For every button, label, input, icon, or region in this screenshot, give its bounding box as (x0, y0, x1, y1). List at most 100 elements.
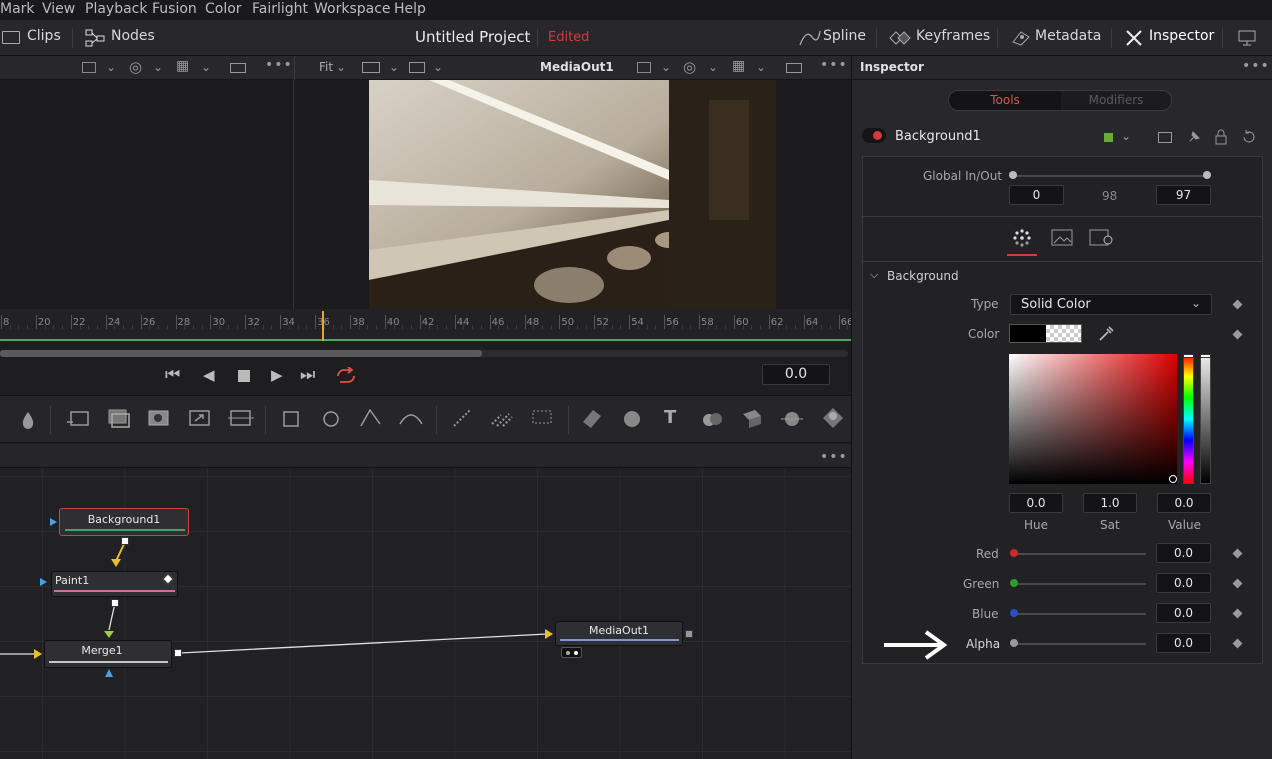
renderer-3d-icon[interactable] (819, 404, 847, 432)
node-merge1[interactable]: Merge1 (44, 640, 172, 668)
alpha-channel-slider[interactable] (1014, 643, 1146, 645)
global-out-knob[interactable] (1203, 171, 1211, 179)
tool-enable-toggle[interactable] (862, 128, 886, 143)
current-time-field[interactable]: 0.0 (762, 364, 830, 385)
go-to-end-icon[interactable]: ⏭ (300, 365, 315, 385)
node-color-swatch[interactable] (1104, 133, 1113, 142)
hue-field[interactable]: 0.0 (1009, 493, 1063, 513)
spline-button[interactable]: Spline (823, 28, 866, 44)
alpha-knob[interactable] (1010, 639, 1018, 647)
viewer-layout-icon[interactable] (82, 62, 96, 73)
background-tool-icon[interactable] (146, 408, 172, 430)
grid-icon[interactable]: ▦ (732, 58, 745, 74)
playhead[interactable] (322, 311, 324, 341)
play-icon[interactable]: ▶ (271, 366, 283, 384)
menu-view[interactable]: View (42, 1, 75, 17)
main-viewer[interactable] (295, 80, 851, 309)
loader-icon[interactable] (66, 408, 92, 430)
text-3d-icon[interactable]: T (664, 407, 676, 428)
time-ruler[interactable]: 8202224262830323436384042444648505254565… (0, 309, 866, 341)
stop-icon[interactable] (238, 370, 250, 382)
more-options-icon[interactable]: ••• (1242, 58, 1270, 74)
pin-icon[interactable] (1186, 129, 1202, 145)
green-field[interactable]: 0.0 (1156, 573, 1211, 593)
global-out-field[interactable]: 97 (1156, 185, 1211, 205)
color-channels-icon[interactable]: ◎ (129, 58, 142, 76)
particle-render-icon[interactable] (489, 406, 515, 430)
menu-help[interactable]: Help (394, 1, 426, 17)
play-reverse-icon[interactable]: ◀ (203, 366, 215, 384)
blue-field[interactable]: 0.0 (1156, 603, 1211, 623)
particle-emitter-icon[interactable] (450, 406, 474, 430)
loop-icon[interactable] (334, 367, 358, 385)
color-picker-cursor[interactable] (1169, 475, 1177, 483)
metadata-icon[interactable] (1010, 29, 1032, 47)
light-3d-icon[interactable] (779, 406, 805, 432)
transform-icon[interactable] (187, 408, 213, 430)
menu-fairlight[interactable]: Fairlight (252, 1, 308, 17)
value-field[interactable]: 0.0 (1157, 493, 1211, 513)
nodes-icon[interactable] (85, 29, 105, 47)
color-channels-icon[interactable]: ◎ (683, 58, 696, 76)
particle-tool-icon[interactable] (530, 406, 556, 430)
node-mediaout1[interactable]: MediaOut1 (555, 621, 683, 646)
fit-dropdown[interactable]: Fit (319, 60, 333, 74)
more-options-icon[interactable]: ••• (265, 57, 293, 73)
node-editor[interactable]: Background1 Paint1 Merge1 MediaOut1 (0, 469, 851, 759)
tab-tools[interactable]: Tools (949, 91, 1061, 110)
merge-tool-icon[interactable] (227, 408, 255, 430)
section-background[interactable]: Background (887, 269, 959, 283)
menu-playback[interactable]: Playback (85, 1, 147, 17)
color-picker-area[interactable] (1009, 354, 1177, 484)
settings-tab-icon[interactable] (1089, 229, 1115, 247)
green-knob[interactable] (1010, 579, 1018, 587)
versions-icon[interactable] (1158, 132, 1172, 143)
camera-3d-icon[interactable] (739, 406, 765, 432)
image-plane-3d-icon[interactable] (579, 406, 605, 432)
blue-slider[interactable] (1014, 613, 1146, 615)
reset-icon[interactable] (1241, 129, 1257, 145)
green-slider[interactable] (1014, 583, 1146, 585)
split-view-icon[interactable] (362, 62, 380, 73)
merge-3d-icon[interactable] (699, 406, 725, 432)
chevron-down-icon[interactable]: ⌄ (661, 60, 671, 74)
spline-icon[interactable] (798, 27, 822, 49)
roi-icon[interactable] (230, 63, 246, 73)
ellipse-mask-icon[interactable] (320, 408, 342, 430)
chevron-down-icon[interactable]: ⌄ (389, 60, 399, 74)
rectangle-mask-icon[interactable] (280, 408, 302, 430)
red-field[interactable]: 0.0 (1156, 543, 1211, 563)
chevron-down-icon[interactable]: ⌄ (106, 60, 116, 74)
hue-slider[interactable] (1183, 354, 1194, 484)
section-collapse-icon[interactable]: ⌵ (870, 268, 878, 282)
scrollbar-thumb[interactable] (0, 350, 482, 357)
go-to-start-icon[interactable]: ⏮ (165, 365, 180, 385)
chevron-down-icon[interactable]: ⌄ (433, 60, 443, 74)
clips-button[interactable]: Clips (27, 28, 61, 44)
chevron-down-icon[interactable]: ⌄ (153, 60, 163, 74)
chevron-down-icon[interactable]: ⌄ (1121, 129, 1131, 143)
tab-modifiers[interactable]: Modifiers (1061, 91, 1171, 110)
output-port[interactable] (121, 537, 129, 545)
blue-knob[interactable] (1010, 609, 1018, 617)
keyframes-icon[interactable] (888, 29, 914, 47)
monitor-icon[interactable] (1238, 29, 1256, 47)
inspector-button[interactable]: Inspector (1149, 28, 1214, 44)
roi-icon[interactable] (786, 63, 802, 73)
menu-mark[interactable]: Mark (0, 1, 35, 17)
clips-icon[interactable] (2, 31, 20, 44)
droplet-icon[interactable] (20, 410, 36, 430)
viewer-layout-icon[interactable] (637, 62, 651, 73)
metadata-button[interactable]: Metadata (1035, 28, 1101, 44)
node-paint1[interactable]: Paint1 (51, 571, 178, 597)
output-port[interactable] (111, 599, 119, 607)
alpha-slider[interactable] (1200, 354, 1211, 484)
output-port[interactable] (174, 649, 182, 657)
menu-fusion[interactable]: Fusion (152, 1, 197, 17)
menu-color[interactable]: Color (205, 1, 242, 17)
global-in-field[interactable]: 0 (1009, 185, 1064, 205)
color-swatch[interactable] (1009, 324, 1082, 343)
polygon-mask-icon[interactable] (358, 406, 384, 430)
controls-tab-icon[interactable] (1012, 228, 1032, 248)
inspector-icon[interactable] (1125, 29, 1143, 47)
